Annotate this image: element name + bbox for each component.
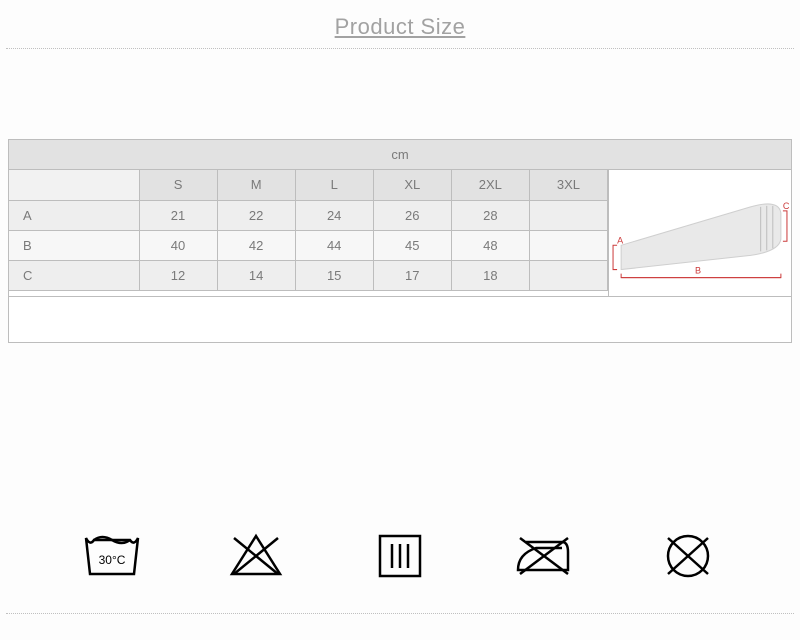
do-not-bleach-icon: [224, 528, 288, 584]
row-label-a: A: [9, 200, 139, 230]
unit-label: cm: [391, 147, 408, 162]
col-s: S: [139, 170, 217, 200]
title-band: Product Size: [0, 0, 800, 48]
cell: 24: [295, 200, 373, 230]
table-header-row: S M L XL 2XL 3XL: [9, 170, 608, 200]
do-not-iron-icon: [512, 528, 576, 584]
cell: 15: [295, 260, 373, 290]
col-xl: XL: [373, 170, 451, 200]
care-symbols-row: 30°C: [0, 528, 800, 584]
cell: 17: [373, 260, 451, 290]
cell: 48: [451, 230, 529, 260]
divider-bottom: [6, 613, 794, 614]
divider-top: [6, 48, 794, 49]
table-row: A 21 22 24 26 28: [9, 200, 608, 230]
diagram-label-b: B: [695, 266, 701, 276]
cell: 12: [139, 260, 217, 290]
cell: 44: [295, 230, 373, 260]
header-blank: [9, 170, 139, 200]
unit-row: cm: [9, 140, 791, 170]
row-label-b: B: [9, 230, 139, 260]
size-panel: cm S M L XL 2XL 3XL A: [8, 139, 792, 343]
table-row: C 12 14 15 17 18: [9, 260, 608, 290]
blank-row: [9, 296, 791, 342]
cell: 40: [139, 230, 217, 260]
cell: 14: [217, 260, 295, 290]
row-label-c: C: [9, 260, 139, 290]
cell: [529, 230, 607, 260]
col-l: L: [295, 170, 373, 200]
cell: 18: [451, 260, 529, 290]
tumble-dry-icon: [368, 528, 432, 584]
cell: 42: [217, 230, 295, 260]
sleeve-diagram-svg: A C B: [609, 170, 791, 296]
cell: 22: [217, 200, 295, 230]
cell: 21: [139, 200, 217, 230]
cell: 28: [451, 200, 529, 230]
col-m: M: [217, 170, 295, 200]
col-2xl: 2XL: [451, 170, 529, 200]
do-not-dry-clean-icon: [656, 528, 720, 584]
cell: [529, 200, 607, 230]
col-3xl: 3XL: [529, 170, 607, 200]
diagram-label-a: A: [617, 235, 624, 245]
table-row: B 40 42 44 45 48: [9, 230, 608, 260]
size-table: S M L XL 2XL 3XL A 21 22 24 26: [9, 170, 609, 296]
wash-30-icon: 30°C: [80, 528, 144, 584]
cell: [529, 260, 607, 290]
cell: 45: [373, 230, 451, 260]
cell: 26: [373, 200, 451, 230]
wash-temp-label: 30°C: [99, 553, 126, 567]
sleeve-diagram: A C B: [609, 170, 791, 296]
page-title: Product Size: [335, 14, 466, 39]
grid-wrap: S M L XL 2XL 3XL A 21 22 24 26: [9, 170, 791, 296]
diagram-label-c: C: [783, 201, 790, 211]
